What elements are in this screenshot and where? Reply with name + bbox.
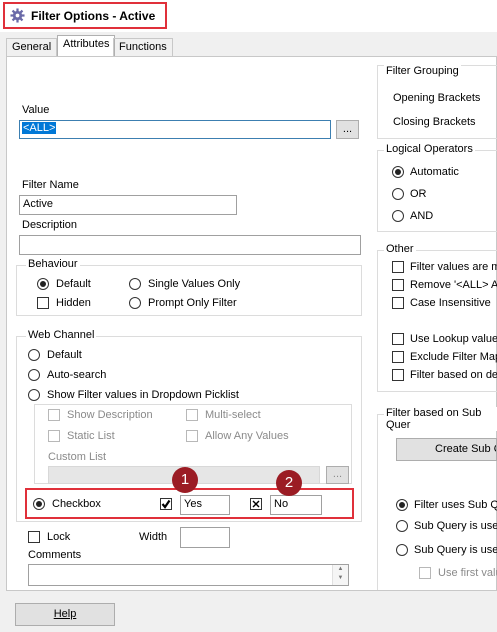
comments-scrollbar[interactable]: ▲ ▼ <box>332 565 348 585</box>
sub-query-used-radio-1[interactable] <box>396 520 408 532</box>
behaviour-label: Behaviour <box>26 258 80 270</box>
value-text: <ALL> <box>22 122 57 134</box>
logical-operators-label: Logical Operators <box>384 143 475 155</box>
multi-select-label: Multi-select <box>205 409 261 421</box>
other-checkbox-3[interactable] <box>392 297 404 309</box>
width-field[interactable] <box>180 527 230 548</box>
dropdown-picklist-radio[interactable] <box>28 389 40 401</box>
other-checkbox-4[interactable] <box>392 333 404 345</box>
other-label: Other <box>384 243 416 255</box>
tab-attributes[interactable]: Attributes <box>57 35 116 57</box>
title-highlight <box>3 2 167 29</box>
filter-name-label: Filter Name <box>22 179 79 191</box>
filter-name-field[interactable]: Active <box>19 195 237 215</box>
other-checkbox-6[interactable] <box>392 369 404 381</box>
custom-list-browse-button[interactable]: ... <box>326 466 349 484</box>
scroll-down-icon: ▼ <box>337 575 344 581</box>
and-radio[interactable] <box>392 210 404 222</box>
web-default-label: Default <box>47 349 82 361</box>
prompt-only-label: Prompt Only Filter <box>148 297 237 309</box>
and-label: AND <box>410 210 434 222</box>
lock-label: Lock <box>47 531 71 543</box>
closing-brackets-label: Closing Brackets <box>393 116 476 128</box>
other-label-1: Filter values are ma <box>410 261 497 273</box>
uses-sub-query-label: Filter uses Sub Qu <box>414 499 497 511</box>
show-description-checkbox[interactable] <box>48 409 60 421</box>
or-label: OR <box>410 188 427 200</box>
web-channel-label: Web Channel <box>26 329 97 341</box>
show-description-label: Show Description <box>67 409 153 421</box>
hidden-checkbox[interactable] <box>37 297 49 309</box>
scroll-up-icon: ▲ <box>337 566 344 572</box>
x-mark-icon <box>252 500 260 508</box>
width-label: Width <box>139 531 168 543</box>
create-sub-query-button[interactable]: Create Sub Q <box>396 438 497 461</box>
allow-any-values-label: Allow Any Values <box>205 430 289 442</box>
value-browse-button[interactable]: ... <box>336 120 359 139</box>
sub-query-label: Filter based on Sub Quer <box>384 407 497 431</box>
dropdown-picklist-label: Show Filter values in Dropdown Picklist <box>47 389 239 401</box>
yes-checkbox[interactable] <box>160 498 172 510</box>
single-values-radio[interactable] <box>129 278 141 290</box>
or-radio[interactable] <box>392 188 404 200</box>
single-values-label: Single Values Only <box>148 278 241 290</box>
sub-query-used-label-2: Sub Query is used <box>414 544 497 556</box>
description-field[interactable] <box>19 235 361 255</box>
checkbox-radio[interactable] <box>33 498 45 510</box>
other-label-5: Exclude Filter Map <box>410 351 497 363</box>
prompt-only-radio[interactable] <box>129 297 141 309</box>
sub-query-used-label-1: Sub Query is used <box>414 520 497 532</box>
static-list-label: Static List <box>67 430 115 442</box>
behaviour-default-radio[interactable] <box>37 278 49 290</box>
web-default-radio[interactable] <box>28 349 40 361</box>
sub-query-used-radio-2[interactable] <box>396 544 408 556</box>
check-icon <box>161 499 171 509</box>
value-field[interactable]: <ALL> <box>19 120 331 139</box>
callout-badge-2: 2 <box>276 470 302 496</box>
uses-sub-query-radio[interactable] <box>396 499 408 511</box>
other-label-4: Use Lookup value <box>410 333 497 345</box>
tab-general[interactable]: General <box>6 38 58 57</box>
other-label-2: Remove '<ALL> Al <box>410 279 497 291</box>
help-button-label: Help <box>53 608 77 620</box>
static-list-checkbox[interactable] <box>48 430 60 442</box>
lock-checkbox[interactable] <box>28 531 40 543</box>
description-label: Description <box>22 219 78 231</box>
other-checkbox-5[interactable] <box>392 351 404 363</box>
comments-field[interactable] <box>28 564 349 586</box>
other-checkbox-2[interactable] <box>392 279 404 291</box>
automatic-label: Automatic <box>410 166 459 178</box>
auto-search-radio[interactable] <box>28 369 40 381</box>
callout-badge-1: 1 <box>172 467 198 493</box>
other-checkbox-1[interactable] <box>392 261 404 273</box>
tab-functions[interactable]: Functions <box>113 38 173 57</box>
hidden-label: Hidden <box>56 297 91 309</box>
no-checkbox[interactable] <box>250 498 262 510</box>
custom-list-label: Custom List <box>48 451 107 463</box>
auto-search-label: Auto-search <box>47 369 107 381</box>
filter-grouping-label: Filter Grouping <box>384 65 461 77</box>
automatic-radio[interactable] <box>392 166 404 178</box>
other-label-6: Filter based on des <box>410 369 497 381</box>
opening-brackets-label: Opening Brackets <box>393 92 481 104</box>
allow-any-values-checkbox[interactable] <box>186 430 198 442</box>
yes-value-field[interactable]: Yes <box>180 495 230 515</box>
value-label: Value <box>22 104 50 116</box>
no-value-field[interactable]: No <box>270 495 322 515</box>
multi-select-checkbox[interactable] <box>186 409 198 421</box>
use-first-value-label: Use first valu <box>438 567 497 579</box>
comments-label: Comments <box>28 549 82 561</box>
other-label-3: Case Insensitive <box>410 297 491 309</box>
behaviour-default-label: Default <box>56 278 91 290</box>
help-button[interactable]: Help <box>15 603 115 626</box>
checkbox-label: Checkbox <box>52 498 101 510</box>
use-first-value-checkbox[interactable] <box>419 567 431 579</box>
